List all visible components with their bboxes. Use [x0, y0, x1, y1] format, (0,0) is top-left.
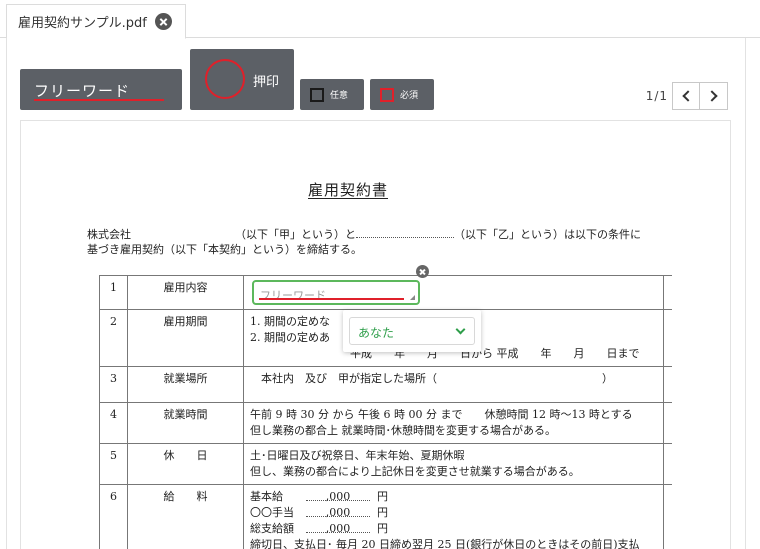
- row-content-line: 土･日曜日及び祝祭日、年末年始、夏期休暇: [250, 449, 465, 462]
- optional-label: 任意: [330, 91, 349, 101]
- table-row: 4 就業時間 午前 9 時 30 分 から 午後 6 時 00 分 まで 休憩時…: [99, 402, 672, 444]
- tab-bar: 雇用契約サンプル.pdf: [0, 0, 760, 39]
- intro-mid: （以下「甲」という）と: [235, 228, 356, 241]
- page-indicator: 1/1: [645, 89, 668, 103]
- chevron-left-icon: [681, 90, 694, 102]
- free-word-label: フリーワード: [34, 82, 131, 100]
- optional-checkbox-icon: [310, 87, 324, 102]
- row-content: 本社内 及び 甲が指定した場所（ ）: [243, 366, 664, 403]
- free-word-field-underline: [259, 298, 404, 300]
- prev-page-button[interactable]: [672, 82, 700, 110]
- intro-end: （以下「乙」という）は以下の条件に: [454, 228, 641, 241]
- row-content-line: 午前 9 時 30 分 から 午後 6 時 00 分 まで 休憩時間 12 時〜…: [250, 408, 633, 421]
- row-content: 土･日曜日及び祝祭日、年末年始、夏期休暇 但し、業務の都合により上記休日を変更さ…: [243, 443, 664, 485]
- row-content-line: 但し、業務の都合により上記休日を変更させ就業する場合がある。: [250, 465, 580, 478]
- row-number: 2: [99, 309, 128, 367]
- row-content: 午前 9 時 30 分 から 午後 6 時 00 分 まで 休憩時間 12 時〜…: [243, 402, 664, 444]
- row-item: 休 日: [127, 443, 244, 485]
- intro-company: 株式会社: [87, 228, 131, 241]
- row-content-line: 締切日、支払日･ 毎月 20 日締め翌月 25 日(銀行が休日のときはその前日)…: [250, 538, 640, 549]
- free-word-underline-icon: [34, 99, 164, 101]
- row-content-line: 但し業務の都合上 就業時間･休憩時間を変更する場合がある。: [250, 424, 556, 437]
- row-number: 5: [99, 443, 128, 485]
- document-title: 雇用契約書: [308, 181, 389, 199]
- free-word-button[interactable]: フリーワード: [20, 69, 182, 110]
- row-item: 就業場所: [127, 366, 244, 403]
- resize-handle-icon[interactable]: [410, 295, 415, 300]
- row-number: 1: [99, 275, 128, 310]
- assignee-select[interactable]: あなた: [349, 317, 475, 345]
- table-row: 5 休 日 土･日曜日及び祝祭日、年末年始、夏期休暇 但し、業務の都合により上記…: [99, 443, 672, 485]
- required-checkbox-icon: [380, 87, 394, 102]
- pay-line: 基本給 ,000 円: [250, 490, 388, 503]
- row-item: 就業時間: [127, 402, 244, 444]
- chevron-down-icon: [455, 324, 466, 335]
- next-page-button[interactable]: [700, 82, 728, 110]
- free-word-field[interactable]: フリーワード: [252, 280, 420, 305]
- intro-line-1: 株式会社 （以下「甲」という）と （以下「乙」という）は以下の条件に: [87, 226, 641, 242]
- row-item: 雇用内容: [127, 275, 244, 310]
- party-b-blank: [356, 226, 454, 238]
- row-content: 基本給 ,000 円 〇〇手当 ,000 円 総支給額 ,000 円 締切日、支払日･…: [243, 484, 664, 549]
- row-number: 3: [99, 366, 128, 403]
- row-item: 給 料: [127, 484, 244, 549]
- pager: 1/1: [646, 82, 728, 110]
- row-item: 雇用期間: [127, 309, 244, 367]
- assignee-popover: あなた: [343, 310, 481, 352]
- stamp-label: 押印: [253, 75, 280, 90]
- pay-line: 〇〇手当 ,000 円: [250, 506, 388, 519]
- optional-checkbox-button[interactable]: 任意: [300, 79, 364, 110]
- file-tab[interactable]: 雇用契約サンプル.pdf: [6, 4, 186, 39]
- table-row: 3 就業場所 本社内 及び 甲が指定した場所（ ）: [99, 366, 672, 403]
- close-icon[interactable]: [154, 13, 172, 30]
- free-word-field-placeholder: フリーワード: [260, 289, 326, 302]
- pay-line: 総支給額 ,000 円: [250, 522, 388, 535]
- stamp-button[interactable]: 押印: [190, 49, 294, 110]
- remove-field-icon[interactable]: [416, 265, 429, 278]
- assignee-value: あなた: [358, 326, 395, 340]
- row-number: 6: [99, 484, 128, 549]
- file-tab-title: 雇用契約サンプル.pdf: [18, 16, 147, 31]
- required-label: 必須: [400, 91, 419, 101]
- row-number: 4: [99, 402, 128, 444]
- chevron-right-icon: [706, 90, 718, 102]
- stamp-circle-icon: [205, 59, 245, 99]
- table-row: 6 給 料 基本給 ,000 円 〇〇手当 ,000 円 総支給額 ,000 円 締切…: [99, 484, 672, 549]
- required-checkbox-button[interactable]: 必須: [370, 79, 434, 110]
- intro-line-2: 基づき雇用契約（以下「本契約」という）を締結する。: [87, 243, 362, 256]
